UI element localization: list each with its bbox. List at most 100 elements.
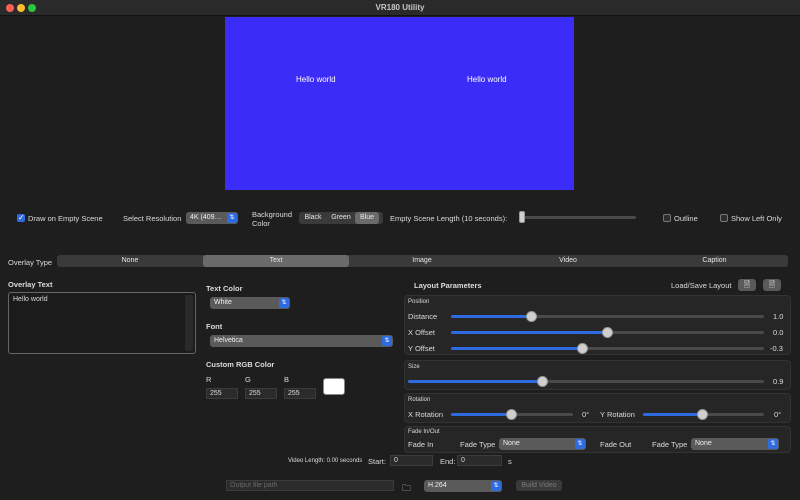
position-label: Position xyxy=(408,299,430,305)
chevron-updown-icon: ⇅ xyxy=(382,336,392,346)
xrot-slider[interactable] xyxy=(451,409,573,420)
preview-right-text: Hello world xyxy=(467,75,507,84)
folder-icon[interactable]: 🗀 xyxy=(402,481,411,497)
xoffset-slider-knob[interactable] xyxy=(602,327,613,338)
color-swatch[interactable] xyxy=(323,378,345,395)
video-length-label: Video Length: 0.00 seconds xyxy=(288,458,363,464)
yrot-value: 0° xyxy=(774,410,782,419)
xoffset-label: X Offset xyxy=(408,328,435,337)
tab-image[interactable]: Image xyxy=(349,255,495,267)
b-field[interactable]: 255 xyxy=(284,388,316,399)
xrot-slider-knob[interactable] xyxy=(506,409,517,420)
background-color-label: Background Color xyxy=(252,210,293,228)
yoffset-slider-knob[interactable] xyxy=(577,343,588,354)
rotation-panel xyxy=(404,393,791,423)
codec-select[interactable]: H.264 ⇅ xyxy=(424,480,502,492)
overlay-text-label: Overlay Text xyxy=(8,280,53,289)
codec-value: H.264 xyxy=(428,482,447,489)
overlay-text-scrollbar[interactable] xyxy=(185,295,193,351)
distance-value: 1.0 xyxy=(773,312,784,321)
build-video-button[interactable]: Build Video xyxy=(516,480,562,491)
xoffset-value: 0.0 xyxy=(773,328,784,337)
layout-parameters-title: Layout Parameters xyxy=(414,281,482,290)
yoffset-value: -0.3 xyxy=(770,344,783,353)
show-left-only-checkbox[interactable] xyxy=(720,214,728,222)
distance-slider-knob[interactable] xyxy=(526,311,537,322)
b-label: B xyxy=(284,375,290,384)
yrot-slider-knob[interactable] xyxy=(697,409,708,420)
g-field[interactable]: 255 xyxy=(245,388,277,399)
position-panel xyxy=(404,295,791,355)
draw-empty-checkbox[interactable] xyxy=(17,213,25,222)
document-icon: 🗎 xyxy=(743,280,751,289)
show-left-only-label: Show Left Only xyxy=(731,214,782,223)
distance-slider-fill xyxy=(451,315,532,318)
yrot-slider[interactable] xyxy=(643,409,764,420)
end-field[interactable]: 0 xyxy=(457,455,502,466)
start-field[interactable]: 0 xyxy=(390,455,433,466)
window-title: VR180 Utility xyxy=(375,3,425,12)
overlay-type-segmented[interactable]: None Text Image Video Caption xyxy=(57,255,788,267)
fade-in-type-value: None xyxy=(503,440,520,447)
start-label: Start: xyxy=(368,457,386,466)
chevron-updown-icon: ⇅ xyxy=(279,298,289,308)
chevron-updown-icon: ⇅ xyxy=(575,439,585,449)
text-color-select[interactable]: White ⇅ xyxy=(210,297,290,309)
rotation-label: Rotation xyxy=(408,397,431,403)
font-select[interactable]: Helvetica ⇅ xyxy=(210,335,393,347)
bg-option-green[interactable]: Green xyxy=(327,212,355,224)
overlay-text-area[interactable]: Hello world xyxy=(8,292,196,354)
resolution-value: 4K (409… xyxy=(190,214,222,221)
fade-in-type-label: Fade Type xyxy=(460,440,496,449)
r-field[interactable]: 255 xyxy=(206,388,238,399)
save-layout-button[interactable]: 🗎 xyxy=(763,279,781,291)
size-slider-knob[interactable] xyxy=(537,376,548,387)
yoffset-slider-fill xyxy=(451,347,583,350)
resolution-select[interactable]: 4K (409… ⇅ xyxy=(186,212,238,224)
fade-in-label: Fade In xyxy=(408,440,434,449)
chevron-updown-icon: ⇅ xyxy=(227,213,237,223)
fade-out-type-value: None xyxy=(695,440,712,447)
outline-checkbox[interactable] xyxy=(663,214,671,222)
stereo-preview: Hello world Hello world xyxy=(225,17,574,190)
fade-out-type-label: Fade Type xyxy=(652,440,688,449)
distance-label: Distance xyxy=(408,312,438,321)
preview-left-text: Hello world xyxy=(296,75,336,84)
text-color-value: White xyxy=(214,299,232,306)
scene-length-slider-knob[interactable] xyxy=(519,211,525,223)
overlay-text-value: Hello world xyxy=(13,296,48,303)
load-layout-button[interactable]: 🗎 xyxy=(738,279,756,291)
bg-option-blue[interactable]: Blue xyxy=(355,212,379,224)
xrot-slider-fill xyxy=(451,413,512,416)
resolution-label: Select Resolution xyxy=(123,214,182,223)
size-value: 0.9 xyxy=(773,377,784,386)
tab-video[interactable]: Video xyxy=(495,255,641,267)
distance-slider[interactable] xyxy=(451,311,764,322)
tab-none[interactable]: None xyxy=(57,255,203,267)
scene-length-slider[interactable] xyxy=(519,211,636,223)
background-color-segmented[interactable]: Black Green Blue xyxy=(299,212,383,224)
fade-label: Fade In/Out xyxy=(408,429,440,435)
fade-out-label: Fade Out xyxy=(600,440,632,449)
fade-out-type-select[interactable]: None ⇅ xyxy=(691,438,779,450)
end-label: End: xyxy=(440,457,456,466)
seconds-unit-label: s xyxy=(508,457,512,466)
size-panel xyxy=(404,360,791,390)
output-path-field[interactable]: Output file path xyxy=(226,480,394,491)
xoffset-slider[interactable] xyxy=(451,327,764,338)
custom-rgb-label: Custom RGB Color xyxy=(206,360,275,369)
load-save-label: Load/Save Layout xyxy=(671,281,732,290)
tab-caption[interactable]: Caption xyxy=(641,255,788,267)
fade-in-type-select[interactable]: None ⇅ xyxy=(499,438,586,450)
outline-label: Outline xyxy=(674,214,698,223)
xoffset-slider-fill xyxy=(451,331,607,334)
text-color-label: Text Color xyxy=(206,284,243,293)
font-value: Helvetica xyxy=(214,337,243,344)
size-slider[interactable] xyxy=(408,376,764,387)
g-label: G xyxy=(245,375,251,384)
bg-option-black[interactable]: Black xyxy=(299,212,327,224)
chevron-updown-icon: ⇅ xyxy=(768,439,778,449)
tab-text[interactable]: Text xyxy=(203,255,349,267)
document-icon: 🗎 xyxy=(768,280,776,289)
yoffset-slider[interactable] xyxy=(451,343,764,354)
